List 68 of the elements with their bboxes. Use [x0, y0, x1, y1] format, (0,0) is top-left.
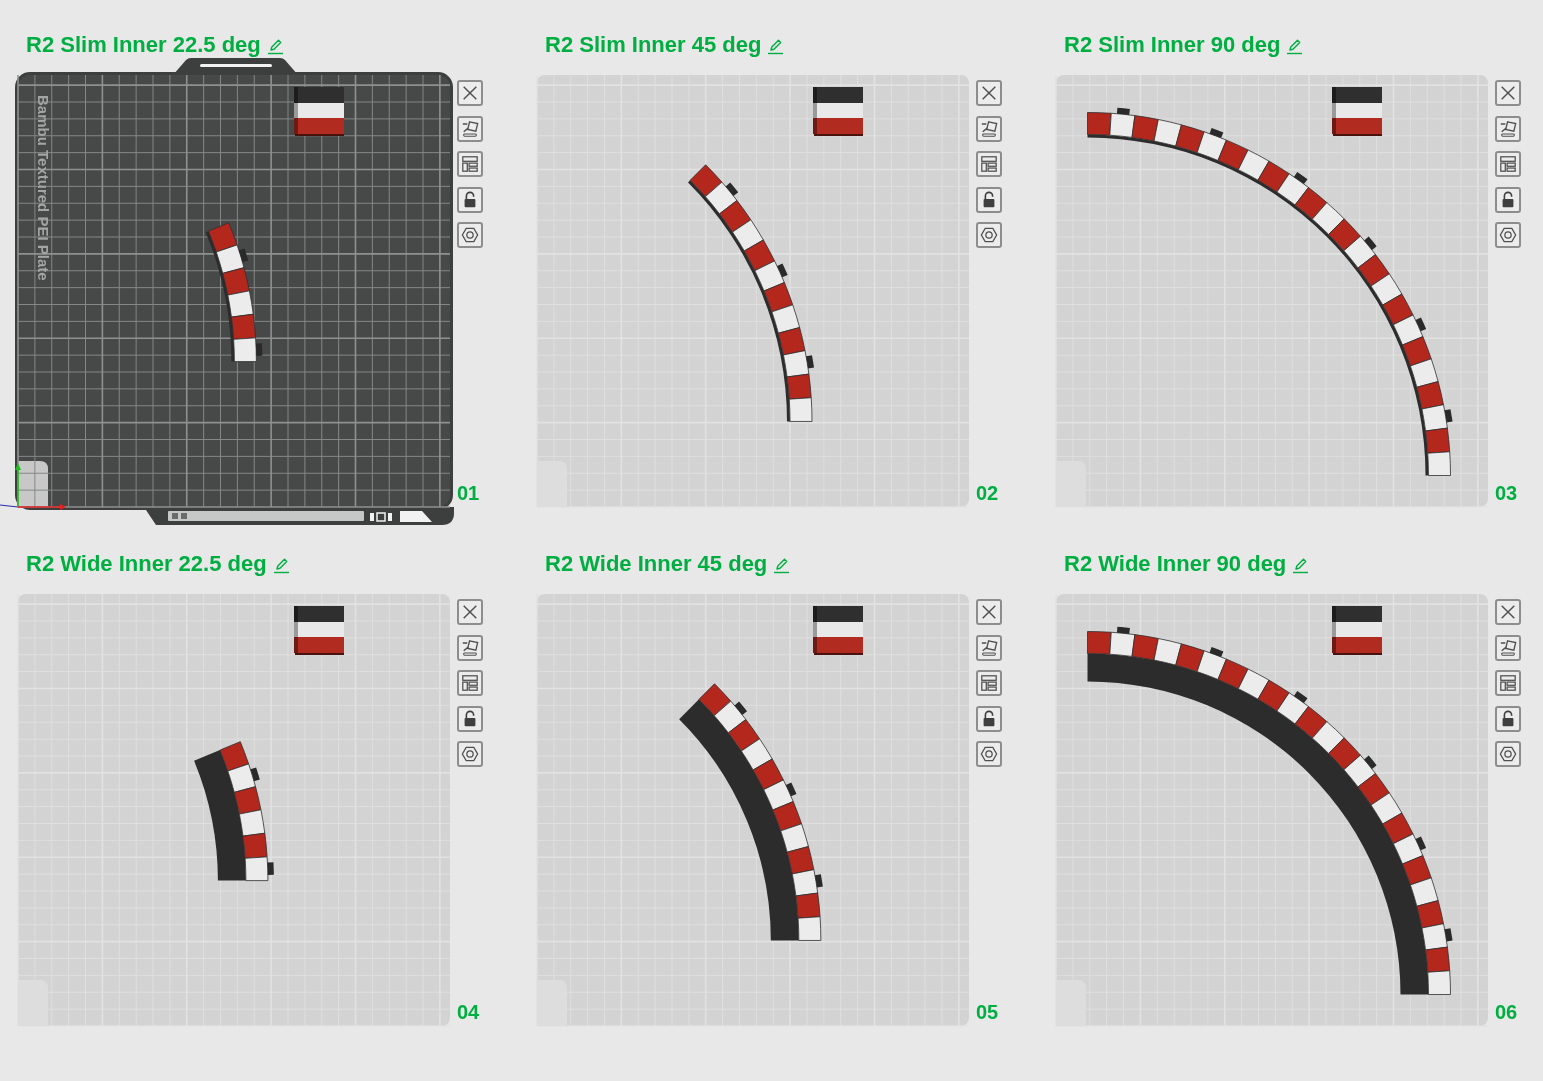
plate-settings-button[interactable] [457, 741, 483, 767]
layout-icon [461, 674, 479, 692]
plate-number: 02 [976, 482, 1000, 504]
tilted-square-icon [1499, 119, 1517, 138]
orient-button[interactable] [976, 634, 1002, 661]
tilted-square-icon [461, 638, 479, 657]
plate-number: 04 [457, 1001, 481, 1023]
tilted-square-icon [1499, 638, 1517, 657]
arrange-button[interactable] [976, 670, 1002, 696]
wipe-tower [813, 87, 863, 136]
plate-title: R2 Wide Inner 22.5 deg [26, 550, 267, 578]
plate-settings-button[interactable] [1495, 741, 1521, 767]
wipe-tower [813, 606, 863, 655]
layout-icon [980, 674, 998, 692]
orient-button[interactable] [457, 115, 483, 142]
axes-icon [0, 463, 66, 510]
hexagon-nut-icon [980, 745, 998, 763]
tilted-square-icon [980, 119, 998, 138]
orient-button[interactable] [976, 115, 1002, 142]
orient-button[interactable] [1495, 634, 1521, 661]
wipe-tower [1332, 606, 1382, 655]
close-icon [1499, 603, 1517, 621]
layout-icon [461, 155, 479, 173]
hexagon-nut-icon [1499, 745, 1517, 763]
close-icon [1499, 84, 1517, 102]
tilted-square-icon [980, 638, 998, 657]
wipe-tower [294, 87, 344, 136]
plate-settings-button[interactable] [457, 222, 483, 248]
layout-icon [980, 155, 998, 173]
bed-label: Bambu Textured PEI Plate [35, 95, 52, 281]
orient-button[interactable] [457, 634, 483, 661]
arrange-button[interactable] [457, 670, 483, 696]
layout-icon [1499, 674, 1517, 692]
close-icon [980, 603, 998, 621]
close-icon [980, 84, 998, 102]
plate-title: R2 Slim Inner 22.5 deg [26, 31, 261, 59]
close-icon [461, 84, 479, 102]
plate-settings-button[interactable] [1495, 222, 1521, 248]
wipe-tower [294, 606, 344, 655]
plate-number: 05 [976, 1001, 1000, 1023]
layout-icon [1499, 155, 1517, 173]
plate-number: 06 [1495, 1001, 1519, 1023]
delete-plate-button[interactable] [976, 599, 1002, 625]
plate-title: R2 Wide Inner 90 deg [1064, 550, 1287, 578]
plate-title: R2 Wide Inner 45 deg [545, 550, 768, 578]
plate-settings-button[interactable] [976, 222, 1002, 248]
delete-plate-button[interactable] [457, 80, 483, 106]
orient-button[interactable] [1495, 115, 1521, 142]
plate-number: 03 [1495, 482, 1519, 504]
delete-plate-button[interactable] [976, 80, 1002, 106]
arrange-button[interactable] [976, 151, 1002, 177]
delete-plate-button[interactable] [1495, 80, 1521, 106]
delete-plate-button[interactable] [457, 599, 483, 625]
plate-title: R2 Slim Inner 45 deg [545, 31, 762, 59]
hexagon-nut-icon [1499, 226, 1517, 244]
arrange-button[interactable] [457, 151, 483, 177]
arrange-button[interactable] [1495, 670, 1521, 696]
close-icon [461, 603, 479, 621]
wipe-tower [1332, 87, 1382, 136]
delete-plate-button[interactable] [1495, 599, 1521, 625]
plate-number: 01 [457, 482, 481, 504]
hexagon-nut-icon [461, 745, 479, 763]
hexagon-nut-icon [461, 226, 479, 244]
arrange-button[interactable] [1495, 151, 1521, 177]
tilted-square-icon [461, 119, 479, 138]
plate-title: R2 Slim Inner 90 deg [1064, 31, 1281, 59]
hexagon-nut-icon [980, 226, 998, 244]
plate-settings-button[interactable] [976, 741, 1002, 767]
